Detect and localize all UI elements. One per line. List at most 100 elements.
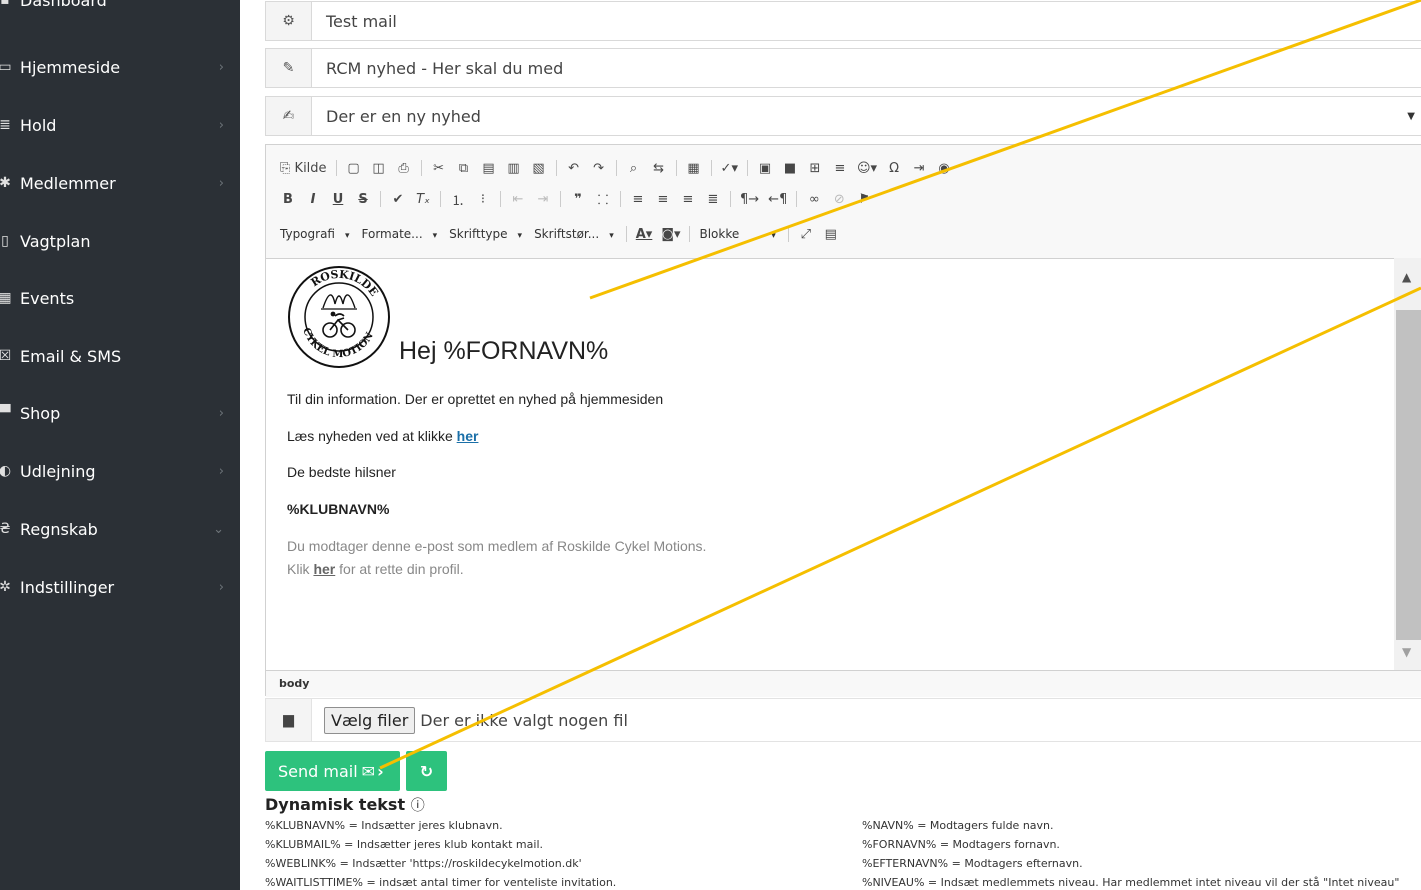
redo-icon[interactable]: ↷ <box>591 161 607 176</box>
underline-icon[interactable]: U <box>330 192 346 207</box>
sidebar-item-vagtplan[interactable]: ▯ Vagtplan <box>0 212 240 270</box>
source-button[interactable]: ⎘ Kilde <box>280 161 327 176</box>
sidebar-item-medlemmer[interactable]: ✱ Medlemmer › <box>0 154 240 212</box>
toolbar-separator <box>787 226 789 242</box>
preview-icon[interactable]: ◫ <box>371 161 387 176</box>
toolbar-separator <box>689 226 691 242</box>
smiley-icon[interactable]: ☺▾ <box>857 161 877 176</box>
template-select[interactable]: ✍ Der er en ny nyhed ▼ <box>265 96 1421 136</box>
indent-icon[interactable]: ⇥ <box>535 192 551 207</box>
sidebar-item-label: Udlejning <box>20 461 96 481</box>
ltr-icon[interactable]: ¶→ <box>740 192 759 207</box>
subject-field[interactable]: ✎ RCM nyhed - Her skal du med <box>265 48 1421 88</box>
new-page-icon[interactable]: ▢ <box>346 161 362 176</box>
subject-value: RCM nyhed - Her skal du med <box>326 58 564 78</box>
email-line-3: De bedste hilsner <box>287 464 396 480</box>
sidebar-item-indstillinger[interactable]: ✲ Indstillinger › <box>0 558 240 616</box>
sidebar-item-label: Email & SMS <box>20 346 122 366</box>
blokke-select[interactable]: Blokke ▾ <box>699 227 775 241</box>
bulleted-list-icon[interactable]: ⁝ <box>475 192 491 207</box>
email-line-4: %KLUBNAVN% <box>287 501 390 517</box>
find-icon[interactable]: ⌕ <box>626 161 642 176</box>
toolbar-separator <box>796 191 798 207</box>
refresh-button[interactable]: ↻ <box>406 751 447 791</box>
sidebar-item-events[interactable]: ▦ Events <box>0 269 240 327</box>
outdent-icon[interactable]: ⇤ <box>510 192 526 207</box>
sidebar-item-hjemmeside[interactable]: ▭ Hjemmeside › <box>0 38 240 96</box>
numbered-list-icon[interactable]: ⒈ <box>450 190 466 209</box>
table-icon[interactable]: ⊞ <box>807 161 823 176</box>
div-icon[interactable]: ⸬ <box>595 190 611 208</box>
skrifttype-select[interactable]: Skrifttype ▾ <box>449 227 522 241</box>
align-center-icon[interactable]: ≡ <box>655 192 671 207</box>
formater-select[interactable]: Formate... ▾ <box>362 227 438 241</box>
element-path[interactable]: body <box>266 670 1421 697</box>
select-all-icon[interactable]: ▦ <box>686 161 702 176</box>
chevron-down-icon: ⌄ <box>213 521 224 537</box>
news-link[interactable]: her <box>457 428 479 444</box>
align-right-icon[interactable]: ≡ <box>680 192 696 207</box>
undo-icon[interactable]: ↶ <box>566 161 582 176</box>
format-painter-icon[interactable]: ✔ <box>390 192 406 207</box>
link-icon[interactable]: ∞ <box>806 192 822 207</box>
sidebar-item-shop[interactable]: ▀ Shop › <box>0 384 240 442</box>
typografi-select[interactable]: Typografi ▾ <box>280 227 350 241</box>
email-line-2-text: Læs nyheden ved at klikke <box>287 428 457 444</box>
from-field[interactable]: ⚙ Test mail <box>265 1 1421 41</box>
email-footer-2-prefix: Klik <box>287 561 314 577</box>
scroll-up-icon[interactable]: ▲ <box>1402 270 1411 284</box>
sidebar-item-email-sms[interactable]: ☒ Email & SMS <box>0 327 240 385</box>
anchor-flag-icon[interactable]: ⚑ <box>856 192 872 207</box>
profile-link[interactable]: her <box>313 561 335 577</box>
replace-icon[interactable]: ⇆ <box>651 161 667 176</box>
spellcheck-icon[interactable]: ✓▾ <box>721 161 738 176</box>
paste-text-icon[interactable]: ▥ <box>506 161 522 176</box>
bg-color-icon[interactable]: ◙▾ <box>661 227 680 242</box>
gears-icon: ⚙ <box>266 2 312 40</box>
remove-format-icon[interactable]: Tₓ <box>415 192 431 207</box>
choose-files-button[interactable]: Vælg filer <box>324 706 416 734</box>
sidebar-item-hold[interactable]: ≣ Hold › <box>0 96 240 154</box>
skriftstorrelse-select[interactable]: Skriftstør... ▾ <box>534 227 614 241</box>
bold-icon[interactable]: B <box>280 192 296 207</box>
paste-icon[interactable]: ▤ <box>481 161 497 176</box>
dashboard-icon: ▪ <box>0 0 10 8</box>
email-greeting: Hej %FORNAVN% <box>399 337 609 365</box>
paste-word-icon[interactable]: ▧ <box>531 161 547 176</box>
dynamic-text-heading: Dynamisk tekst ⓘ <box>265 795 425 815</box>
scrollbar-thumb[interactable] <box>1396 310 1421 640</box>
cut-icon[interactable]: ✂ <box>431 161 447 176</box>
dynamic-right-2: %FORNAVN% = Modtagers fornavn. <box>862 838 1060 851</box>
toolbar-separator <box>420 160 422 176</box>
toolbar-separator <box>560 191 561 207</box>
maximize-icon[interactable]: ⤢ <box>798 227 814 242</box>
dynamic-left-4: %WAITLISTTIME% = indsæt antal timer for … <box>265 876 617 889</box>
sidebar-item-dashboard[interactable]: ▪ Dashboard <box>0 0 240 18</box>
special-char-icon[interactable]: Ω <box>886 161 902 176</box>
show-blocks-icon[interactable]: ▤ <box>823 227 839 242</box>
italic-icon[interactable]: I <box>305 192 321 207</box>
editor-scrollbar[interactable]: ▲ ▼ <box>1394 258 1421 670</box>
scroll-down-icon[interactable]: ▼ <box>1402 645 1411 659</box>
flash-icon[interactable]: ■ <box>782 161 798 176</box>
rental-icon: ◐ <box>0 463 12 479</box>
blockquote-icon[interactable]: ❞ <box>570 192 586 207</box>
rtl-icon[interactable]: ←¶ <box>768 192 787 207</box>
send-mail-button[interactable]: Send mail ✉ › <box>265 751 400 791</box>
skrifttype-label: Skrifttype <box>449 227 508 241</box>
iframe-icon[interactable]: ◉ <box>936 161 952 176</box>
copy-icon[interactable]: ⧉ <box>456 161 472 176</box>
strike-icon[interactable]: S <box>355 192 371 207</box>
sidebar-item-regnskab[interactable]: ₴ Regnskab ⌄ <box>0 500 240 558</box>
image-icon[interactable]: ▣ <box>757 161 773 176</box>
help-icon[interactable]: ⓘ <box>411 798 425 814</box>
align-justify-icon[interactable]: ≣ <box>705 192 721 207</box>
align-left-icon[interactable]: ≡ <box>630 192 646 207</box>
horizontal-line-icon[interactable]: ≡ <box>832 161 848 176</box>
sidebar-item-udlejning[interactable]: ◐ Udlejning › <box>0 442 240 500</box>
page-break-icon[interactable]: ⇥ <box>911 161 927 176</box>
editor-content[interactable]: ROSKILDE CYKEL MOTION Hej %FORNAVN% Til … <box>266 258 1394 670</box>
print-icon[interactable]: ⎙ <box>396 161 412 176</box>
unlink-icon[interactable]: ⊘ <box>831 192 847 207</box>
text-color-icon[interactable]: A▾ <box>636 227 653 242</box>
